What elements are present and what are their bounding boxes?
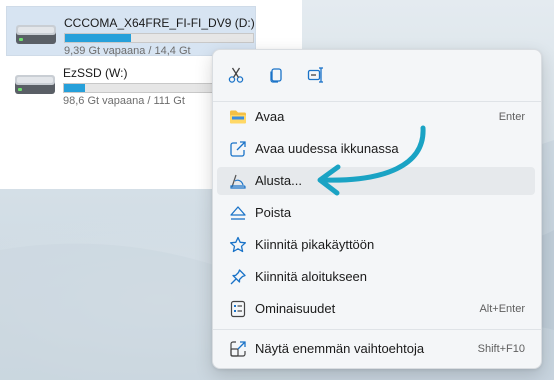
context-menu: Avaa Enter Avaa uudessa ikkunassa Alusta… <box>212 49 542 369</box>
drive-usage-bar <box>64 33 254 43</box>
cut-icon <box>228 67 244 83</box>
menu-item-properties[interactable]: Ominaisuudet Alt+Enter <box>217 295 535 323</box>
folder-icon <box>230 110 246 124</box>
menu-item-open[interactable]: Avaa Enter <box>217 103 535 131</box>
menu-item-label: Näytä enemmän vaihtoehtoja <box>255 341 425 356</box>
menu-item-pin-quick-access[interactable]: Kiinnitä pikakäyttöön <box>217 231 535 259</box>
copy-button[interactable] <box>263 62 289 88</box>
copy-icon <box>270 68 282 83</box>
drive-free-space: 9,39 Gt vapaana / 14,4 Gt <box>64 45 191 57</box>
menu-item-label: Alusta... <box>255 173 302 188</box>
hard-drive-icon <box>15 75 55 94</box>
drive-name: CCCOMA_X64FRE_FI-FI_DV9 (D:) <box>64 16 255 30</box>
menu-item-eject[interactable]: Poista <box>217 199 535 227</box>
menu-item-format[interactable]: Alusta... <box>217 167 535 195</box>
menu-item-label: Kiinnitä pikakäyttöön <box>255 237 375 252</box>
rename-icon <box>307 67 323 83</box>
pin-icon <box>230 269 246 285</box>
menu-item-pin-start[interactable]: Kiinnitä aloitukseen <box>217 263 535 291</box>
drive-free-space: 98,6 Gt vapaana / 111 Gt <box>63 95 185 107</box>
menu-item-label: Kiinnitä aloitukseen <box>255 269 368 284</box>
menu-item-label: Ominaisuudet <box>255 301 336 316</box>
format-icon <box>230 174 246 189</box>
open-new-window-icon <box>230 141 246 157</box>
eject-icon <box>230 206 246 220</box>
menu-item-shortcut: Alt+Enter <box>479 303 525 315</box>
menu-divider <box>213 101 541 102</box>
properties-icon <box>230 300 246 318</box>
menu-item-label: Poista <box>255 205 292 220</box>
menu-item-more-options[interactable]: Näytä enemmän vaihtoehtoja Shift+F10 <box>217 335 535 363</box>
menu-item-shortcut: Shift+F10 <box>477 343 525 355</box>
drive-usage-fill <box>64 84 85 92</box>
drive-name: EzSSD (W:) <box>63 66 128 80</box>
hard-drive-icon <box>16 25 56 44</box>
rename-button[interactable] <box>303 62 329 88</box>
menu-item-open-new-window[interactable]: Avaa uudessa ikkunassa <box>217 135 535 163</box>
cut-button[interactable] <box>223 62 249 88</box>
menu-item-label: Avaa uudessa ikkunassa <box>255 141 399 156</box>
star-icon <box>229 236 247 253</box>
menu-item-shortcut: Enter <box>498 111 525 123</box>
menu-item-label: Avaa <box>255 109 285 124</box>
menu-divider <box>213 329 541 330</box>
drive-usage-fill <box>65 34 131 42</box>
more-options-icon <box>230 341 246 357</box>
